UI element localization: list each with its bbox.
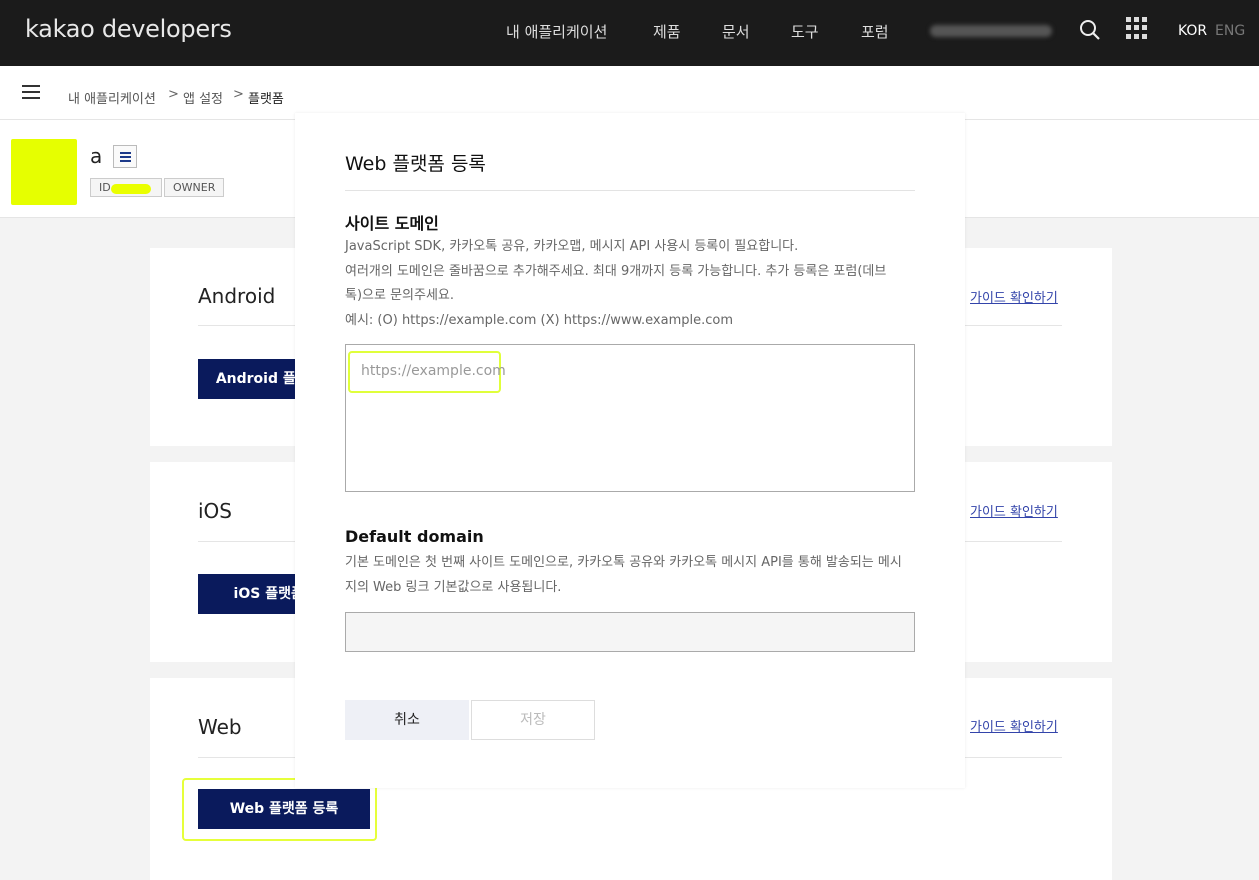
guide-link-web[interactable]: 가이드 확인하기 xyxy=(970,716,1058,735)
default-domain-help: 기본 도메인은 첫 번째 사이트 도메인으로, 카카오톡 공유와 카카오톡 메시… xyxy=(345,555,902,595)
breadcrumb-app-settings[interactable]: 앱 설정 xyxy=(183,88,223,107)
nav-my-applications[interactable]: 내 애플리케이션 xyxy=(506,21,607,42)
save-button[interactable]: 저장 xyxy=(471,700,595,740)
global-header: kakao developers 내 애플리케이션 제품 문서 도구 포럼 KO… xyxy=(0,0,1259,66)
breadcrumb-separator: > xyxy=(168,87,179,102)
lang-eng[interactable]: ENG xyxy=(1215,23,1245,39)
nav-docs[interactable]: 문서 xyxy=(722,21,750,42)
default-domain-select[interactable] xyxy=(345,612,915,652)
section-title-ios: iOS xyxy=(198,499,232,523)
account-email-redacted[interactable] xyxy=(930,25,1052,37)
guide-link-ios[interactable]: 가이드 확인하기 xyxy=(970,501,1058,520)
cancel-button[interactable]: 취소 xyxy=(345,700,469,740)
web-platform-register-modal: Web 플랫폼 등록 사이트 도메인 JavaScript SDK, 카카오톡 … xyxy=(295,113,965,788)
site-domain-help: JavaScript SDK, 카카오톡 공유, 카카오맵, 메시지 API 사… xyxy=(345,239,887,328)
site-domain-placeholder: https://example.com xyxy=(348,351,506,393)
apps-grid-icon[interactable] xyxy=(1126,17,1148,39)
divider xyxy=(345,190,915,191)
modal-title: Web 플랫폼 등록 xyxy=(345,153,486,175)
lang-kor[interactable]: KOR xyxy=(1178,23,1207,39)
nav-tools[interactable]: 도구 xyxy=(791,21,819,42)
breadcrumb-bar: 내 애플리케이션 > 앱 설정 > 플랫폼 xyxy=(0,66,1259,120)
app-list-icon[interactable] xyxy=(113,145,137,168)
breadcrumb-separator: > xyxy=(233,87,244,102)
app-id-redacted xyxy=(111,184,151,194)
app-name: a xyxy=(90,144,103,168)
nav-forum[interactable]: 포럼 xyxy=(861,21,889,42)
app-icon xyxy=(11,139,77,205)
section-title-android: Android xyxy=(198,284,276,308)
nav-products[interactable]: 제품 xyxy=(653,21,681,42)
kakao-developers-logo[interactable]: kakao developers xyxy=(25,15,232,43)
default-domain-label: Default domain xyxy=(345,527,484,546)
breadcrumb-my-applications[interactable]: 내 애플리케이션 xyxy=(68,88,156,107)
role-badge: OWNER xyxy=(164,178,225,197)
search-icon[interactable] xyxy=(1078,18,1102,42)
section-title-web: Web xyxy=(198,715,242,739)
breadcrumb-platform: 플랫폼 xyxy=(248,92,284,107)
site-domain-label: 사이트 도메인 xyxy=(345,214,439,233)
hamburger-menu-icon[interactable] xyxy=(22,85,40,99)
guide-link-android[interactable]: 가이드 확인하기 xyxy=(970,287,1058,306)
